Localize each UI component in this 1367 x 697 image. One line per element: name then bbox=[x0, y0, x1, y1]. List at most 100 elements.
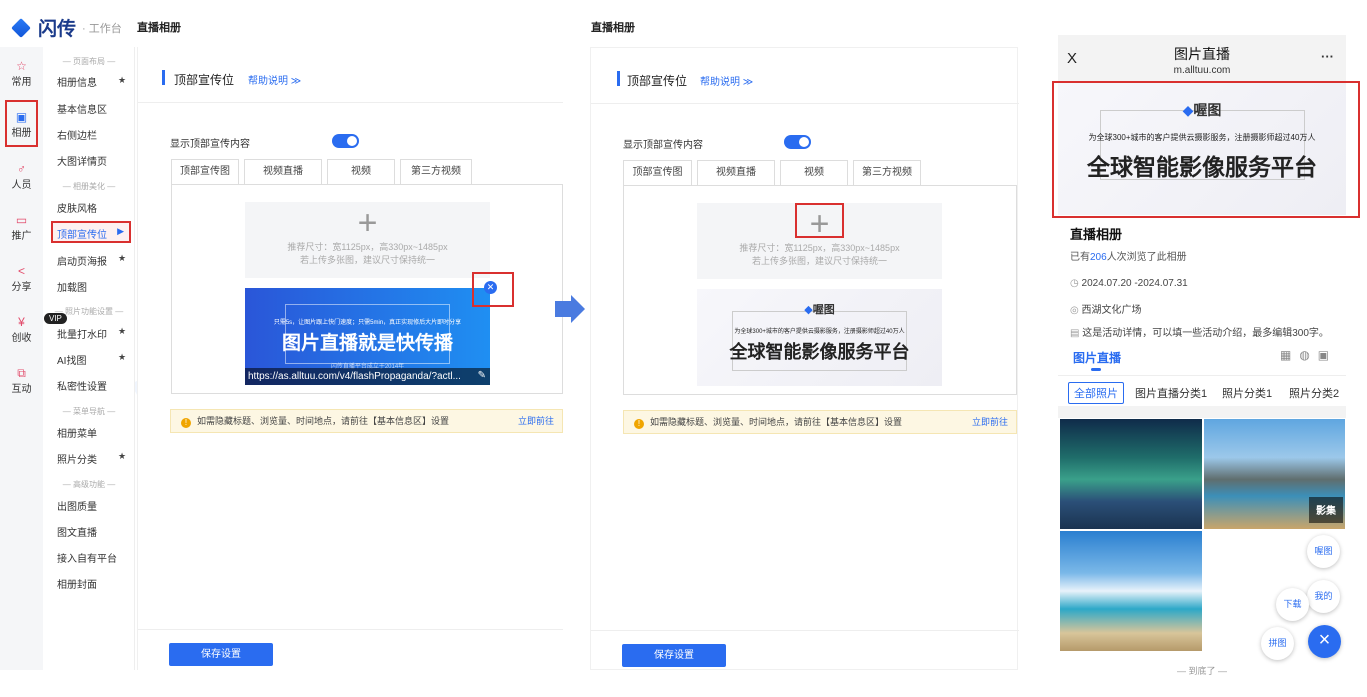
view-mode-icons[interactable]: ▦◍▣ bbox=[1280, 348, 1337, 362]
submenu-item-launch-poster[interactable]: 启动页海报 bbox=[57, 253, 107, 268]
rail-label: 分享 bbox=[11, 282, 32, 293]
show-promo-toggle[interactable] bbox=[784, 135, 811, 149]
divider bbox=[1058, 375, 1346, 376]
star-icon: ☆ bbox=[16, 59, 27, 73]
banner-tagline: 为全球300+城市的客户提供云摄影服务，注册摄影师超过40万人 bbox=[734, 329, 905, 335]
tab-video[interactable]: 视频 bbox=[327, 159, 395, 184]
highlight-album-rail bbox=[5, 100, 38, 147]
submenu-item-own-platform[interactable]: 接入自有平台 bbox=[57, 550, 117, 565]
banner-headline: 图片直播就是快传播 bbox=[281, 333, 453, 354]
submenu-item-text-live[interactable]: 图文直播 bbox=[57, 524, 97, 539]
app-subtitle: · 工作台 bbox=[82, 22, 122, 35]
photo-beach[interactable] bbox=[1060, 531, 1202, 651]
rail-item-common[interactable]: ☆ 常用 bbox=[0, 59, 43, 88]
notice-link[interactable]: 立即前往 bbox=[518, 410, 554, 432]
info-icon: ! bbox=[634, 419, 644, 429]
promo-banner-image[interactable]: 只需5s，让图片跟上快门速度；只需5min，真正实现修后大片即时分享 图片直播就… bbox=[245, 288, 490, 385]
help-link[interactable]: 帮助说明 ≫ bbox=[248, 72, 301, 87]
submenu-item-album-menu[interactable]: 相册菜单 bbox=[57, 425, 97, 440]
download-button[interactable]: 下载 bbox=[1276, 588, 1309, 621]
submenu-item-album-info[interactable]: 相册信息 bbox=[57, 74, 97, 89]
tab-promo-image[interactable]: 顶部宣传图 bbox=[171, 159, 239, 184]
view-suffix: 人次浏览了此相册 bbox=[1106, 252, 1187, 263]
save-button[interactable]: 保存设置 bbox=[622, 644, 726, 667]
share-icon: < bbox=[17, 264, 25, 278]
section-header: — 高级功能 — bbox=[62, 480, 116, 489]
category-3[interactable]: 照片分类2 bbox=[1289, 385, 1339, 401]
submenu-item-right-sidebar[interactable]: 右侧边栏 bbox=[57, 127, 97, 142]
submenu-item-ai-search[interactable]: AI找图 bbox=[57, 352, 86, 367]
view-count: 已有206人次浏览了此相册 bbox=[1070, 248, 1187, 263]
tab-indicator bbox=[1091, 368, 1101, 371]
section-header: — 页面布局 — bbox=[62, 57, 116, 66]
notice-link[interactable]: 立即前往 bbox=[972, 411, 1008, 433]
photo-aurora[interactable] bbox=[1060, 419, 1202, 529]
rail-item-people[interactable]: ♂ 人员 bbox=[0, 162, 43, 191]
more-icon[interactable]: ··· bbox=[1321, 49, 1334, 64]
event-date: ◷ 2024.07.20 -2024.07.31 bbox=[1070, 278, 1188, 289]
upload-hint: 推荐尺寸：宽1125px，高330px~1485px bbox=[739, 243, 900, 253]
submenu-item-detail-page[interactable]: 大图详情页 bbox=[57, 153, 107, 168]
revenue-icon: ¥ bbox=[18, 315, 25, 329]
rail-label: 人员 bbox=[11, 180, 32, 191]
edit-icon[interactable]: ✎ bbox=[478, 370, 486, 381]
tab-third-party-video[interactable]: 第三方视频 bbox=[853, 160, 921, 185]
rail-label: 创收 bbox=[11, 333, 32, 344]
mine-button[interactable]: 我的 bbox=[1307, 580, 1340, 613]
brand-name: 喔图 bbox=[812, 304, 835, 316]
submenu-item-skin[interactable]: 皮肤风格 bbox=[57, 200, 97, 215]
category-all[interactable]: 全部照片 bbox=[1068, 382, 1124, 404]
star-icon: ★ bbox=[118, 352, 127, 362]
divider bbox=[138, 629, 563, 630]
woto-button[interactable]: 喔图 bbox=[1307, 535, 1340, 568]
event-desc: ▤ 这是活动详情，可以填一些活动介绍，最多编辑300字。 bbox=[1070, 324, 1329, 339]
submenu-item-top-promo[interactable]: 顶部宣传位 ▶ bbox=[51, 221, 131, 243]
tab-third-party-video[interactable]: 第三方视频 bbox=[400, 159, 472, 184]
upload-hint-2: 若上传多张图，建议尺寸保持统一 bbox=[299, 255, 435, 265]
submenu-item-output-quality[interactable]: 出图质量 bbox=[57, 498, 97, 513]
event-location: ◎ 西湖文化广场 bbox=[1070, 301, 1142, 316]
show-promo-toggle[interactable] bbox=[332, 134, 359, 148]
phone-header: X 图片直播 m.alltuu.com ··· bbox=[1058, 35, 1346, 81]
rail-item-interact[interactable]: ⧉ 互动 bbox=[0, 366, 43, 395]
category-2[interactable]: 照片分类1 bbox=[1222, 385, 1272, 401]
location-text: 西湖文化广场 bbox=[1081, 305, 1142, 316]
rail-label: 推广 bbox=[11, 231, 32, 242]
submenu-item-loading[interactable]: 加载图 bbox=[57, 279, 87, 294]
submenu-item-photo-category[interactable]: 照片分类 bbox=[57, 451, 97, 466]
rail-item-promote[interactable]: ▭ 推广 bbox=[0, 213, 43, 242]
promo-banner-image[interactable]: ◆喔图 为全球300+城市的客户提供云摄影服务，注册摄影师超过40万人 全球智能… bbox=[697, 289, 942, 386]
breadcrumb: 直播相册 bbox=[137, 22, 181, 34]
rail-item-share[interactable]: < 分享 bbox=[0, 264, 43, 293]
arrow-right-icon: ▶ bbox=[117, 226, 124, 236]
tab-promo-image[interactable]: 顶部宣传图 bbox=[623, 160, 692, 185]
rail-label: 互动 bbox=[11, 384, 32, 395]
page: 喔图 喔图 喔图 喔图 闪传 · 工作台 直播相册 ☆常用 ▣相册 ♂人员 ▭推… bbox=[0, 0, 1367, 697]
photo-lake[interactable]: 影集 bbox=[1204, 419, 1345, 529]
collage-button[interactable]: 拼图 bbox=[1261, 627, 1294, 660]
help-link[interactable]: 帮助说明 ≫ bbox=[700, 73, 753, 88]
notice-bar: ! 如需隐藏标题、浏览量、时间地点，请前往【基本信息区】设置 立即前往 bbox=[170, 409, 563, 433]
notice-text: 如需隐藏标题、浏览量、时间地点，请前往【基本信息区】设置 bbox=[650, 417, 903, 427]
submenu-item-watermark[interactable]: 批量打水印 bbox=[57, 326, 107, 341]
category-1[interactable]: 图片直播分类1 bbox=[1135, 385, 1207, 401]
highlight-delete bbox=[472, 272, 514, 307]
submenu-item-album-cover[interactable]: 相册封面 bbox=[57, 576, 97, 591]
close-fab-button[interactable]: × bbox=[1308, 625, 1341, 658]
banner-url[interactable]: https://as.alltuu.com/v4/flashPropaganda… bbox=[245, 368, 490, 385]
rail-item-revenue[interactable]: ¥ 创收 bbox=[0, 315, 43, 344]
album-title: 直播相册 bbox=[1070, 227, 1123, 242]
submenu-item-privacy[interactable]: 私密性设置 bbox=[57, 378, 107, 393]
tab-live-photos[interactable]: 图片直播 bbox=[1073, 349, 1121, 366]
tab-video-live[interactable]: 视频直播 bbox=[697, 160, 775, 185]
submenu-item-basic-info[interactable]: 基本信息区 bbox=[57, 101, 107, 116]
interact-icon: ⧉ bbox=[17, 366, 26, 380]
upload-area[interactable]: + 推荐尺寸：宽1125px，高330px~1485px 若上传多张图，建议尺寸… bbox=[245, 202, 490, 278]
breadcrumb: 直播相册 bbox=[591, 22, 635, 34]
rail-label: 常用 bbox=[11, 77, 32, 88]
app-logo[interactable]: 闪传 · 工作台 bbox=[11, 14, 122, 41]
tab-video-live[interactable]: 视频直播 bbox=[244, 159, 322, 184]
upload-hint: 推荐尺寸：宽1125px，高330px~1485px bbox=[287, 242, 448, 252]
tab-video[interactable]: 视频 bbox=[780, 160, 848, 185]
save-button[interactable]: 保存设置 bbox=[169, 643, 273, 666]
